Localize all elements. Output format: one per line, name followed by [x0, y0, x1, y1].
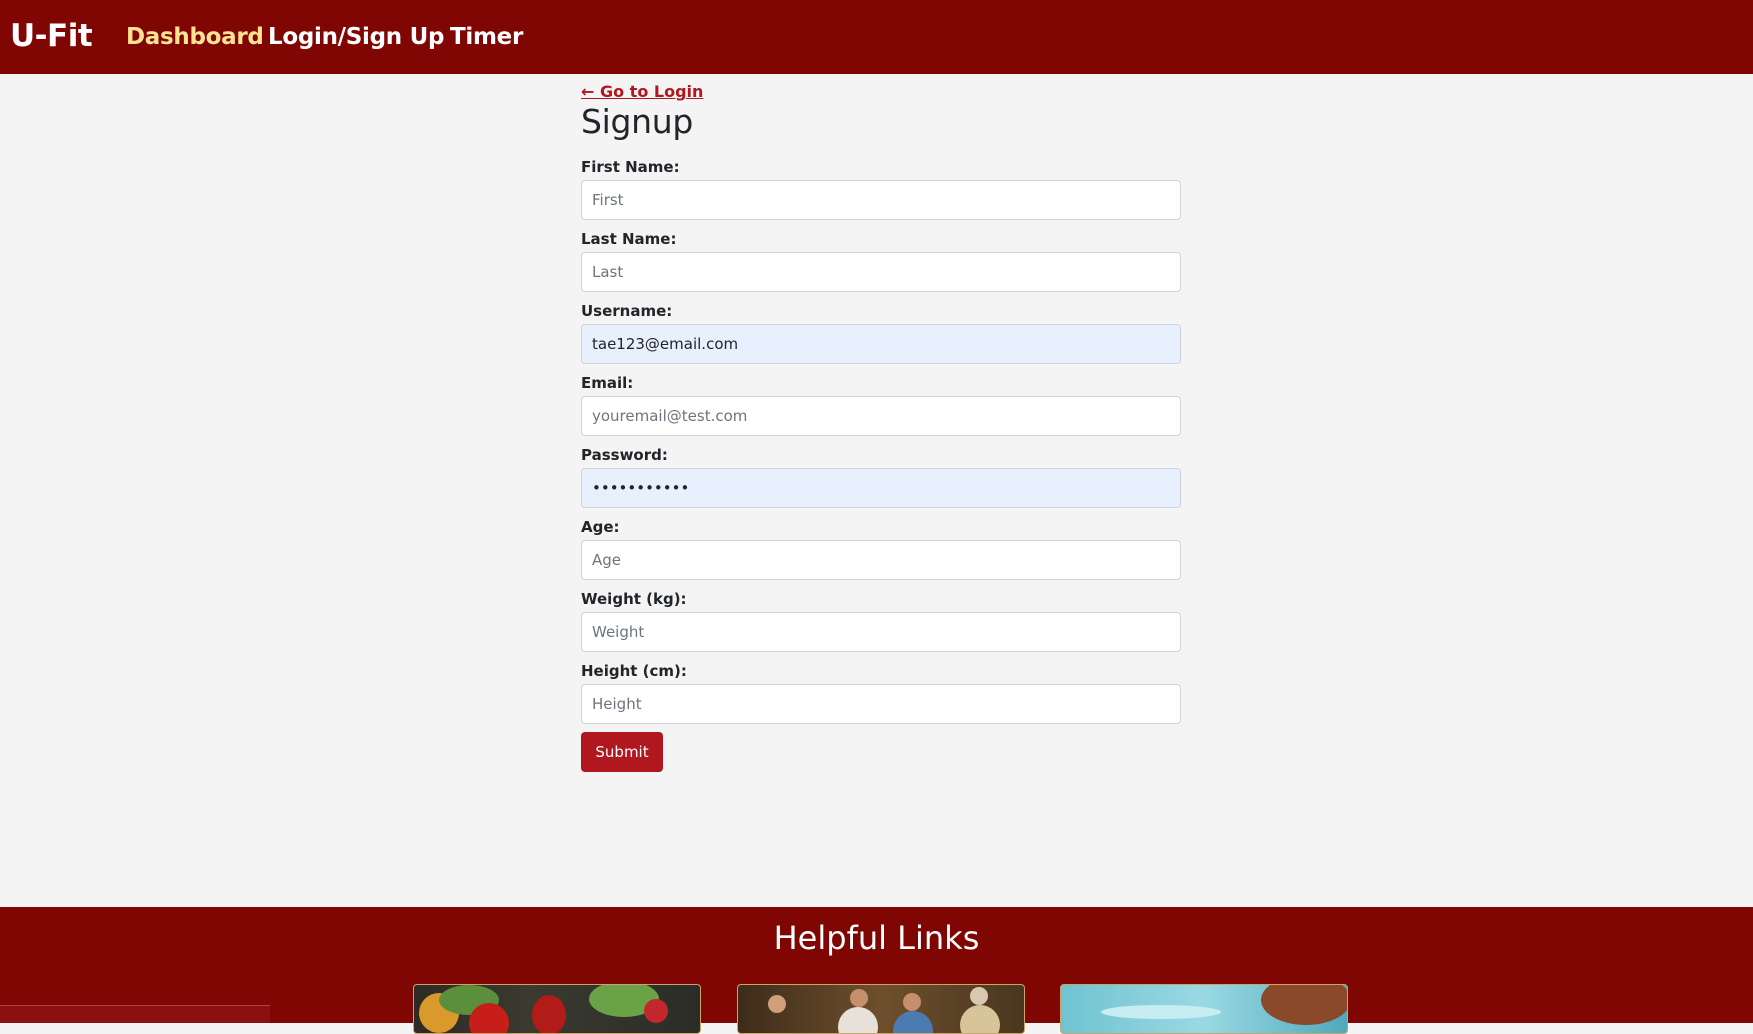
swimmer-arm-shape — [1261, 985, 1347, 1025]
last-name-group: Last Name: — [581, 230, 1181, 292]
password-input[interactable] — [581, 468, 1181, 508]
nav-link-dashboard[interactable]: Dashboard — [126, 24, 264, 50]
browser-status-bar — [0, 1005, 270, 1023]
vegetable-shape — [469, 1003, 509, 1033]
nutrition-image-card[interactable] — [413, 984, 701, 1034]
page-title: Signup — [581, 102, 694, 141]
brand-logo[interactable]: U-Fit — [10, 18, 93, 54]
first-name-group: First Name: — [581, 158, 1181, 220]
height-input[interactable] — [581, 684, 1181, 724]
weight-group: Weight (kg): — [581, 590, 1181, 652]
runner-shape — [970, 987, 988, 1005]
email-group: Email: — [581, 374, 1181, 436]
email-input[interactable] — [581, 396, 1181, 436]
swimming-image-card[interactable] — [1060, 984, 1348, 1034]
username-input[interactable] — [581, 324, 1181, 364]
username-label: Username: — [581, 302, 673, 320]
vegetable-shape — [644, 999, 668, 1023]
runner-shape — [903, 993, 921, 1011]
runner-shape — [838, 1007, 878, 1033]
username-group: Username: — [581, 302, 1181, 364]
password-label: Password: — [581, 446, 668, 464]
age-label: Age: — [581, 518, 620, 536]
first-name-input[interactable] — [581, 180, 1181, 220]
go-to-login-link[interactable]: ← Go to Login — [581, 82, 703, 101]
last-name-input[interactable] — [581, 252, 1181, 292]
height-group: Height (cm): — [581, 662, 1181, 724]
last-name-label: Last Name: — [581, 230, 677, 248]
first-name-label: First Name: — [581, 158, 680, 176]
nav-link-login-signup[interactable]: Login/Sign Up — [268, 24, 444, 50]
weight-label: Weight (kg): — [581, 590, 687, 608]
password-group: Password: — [581, 446, 1181, 508]
vegetable-shape — [532, 995, 566, 1033]
age-group: Age: — [581, 518, 1181, 580]
email-label: Email: — [581, 374, 634, 392]
height-label: Height (cm): — [581, 662, 687, 680]
runner-shape — [960, 1005, 1000, 1033]
nav-link-timer[interactable]: Timer — [450, 24, 523, 50]
running-group-image-card[interactable] — [737, 984, 1025, 1034]
navbar: U-Fit Dashboard Login/Sign Up Timer — [0, 0, 1753, 74]
runner-shape — [850, 989, 868, 1007]
helpful-links-title: Helpful Links — [773, 919, 980, 957]
age-input[interactable] — [581, 540, 1181, 580]
submit-button[interactable]: Submit — [581, 732, 663, 772]
runner-shape — [768, 995, 786, 1013]
water-ripple-shape — [1101, 1005, 1221, 1019]
weight-input[interactable] — [581, 612, 1181, 652]
